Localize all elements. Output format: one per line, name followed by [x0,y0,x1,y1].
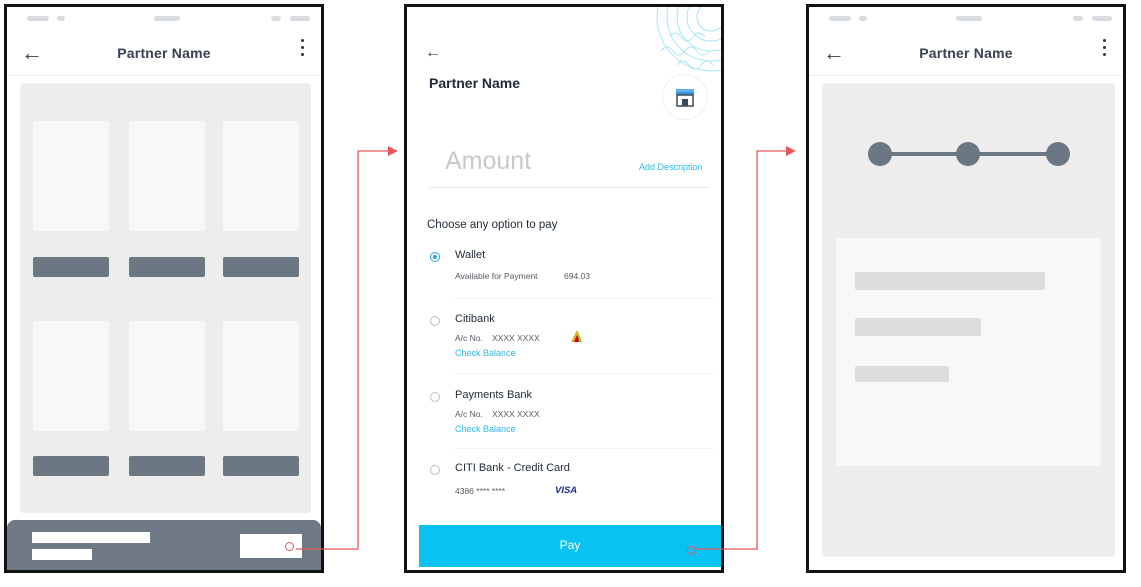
option-sublabel: A/c No. [455,333,483,343]
more-vertical-icon[interactable] [301,39,305,60]
divider [455,298,713,299]
status-bar-item [1073,16,1083,21]
app-bar: ← Partner Name [7,31,321,76]
mandala-decoration [656,7,721,72]
product-card[interactable] [223,121,299,231]
check-balance-link[interactable]: Check Balance [455,348,516,358]
product-card[interactable] [129,121,205,231]
app-bar: ← Partner Name [809,31,1123,76]
checkout-bar [7,520,321,570]
option-sublabel: A/c No. [455,409,483,419]
card-number: 4386 **** **** [455,486,506,496]
product-button[interactable] [33,456,109,476]
product-button[interactable] [223,456,299,476]
progress-step [1046,142,1070,166]
option-name: Citibank [455,313,495,325]
divider [455,373,713,374]
option-name: CITI Bank - Credit Card [455,462,570,474]
divider [455,448,713,449]
product-button[interactable] [33,257,109,277]
product-card[interactable] [33,121,109,231]
checkout-summary-line [32,532,150,543]
skeleton-line [855,272,1045,290]
product-card[interactable] [129,321,205,431]
skeleton-line [855,366,949,382]
arrow-head [388,146,398,156]
page-title: Partner Name [429,75,521,91]
status-bar-item [271,16,281,21]
status-panel [822,83,1115,557]
option-name: Wallet [455,249,486,261]
details-card [836,238,1101,466]
option-name: Payments Bank [455,389,533,401]
skeleton-line [855,318,981,336]
divider [429,187,709,188]
arrow-head [786,146,796,156]
check-balance-link[interactable]: Check Balance [455,424,516,434]
pay-button[interactable]: Pay [419,525,721,567]
radio-unselected[interactable] [430,316,440,326]
back-arrow-icon[interactable]: ← [425,39,441,67]
radio-selected[interactable] [430,252,440,262]
option-sublabel: Available for Payment [455,271,538,281]
product-grid [20,83,311,513]
visa-logo: VISA [555,485,578,496]
page-title: Partner Name [117,45,211,61]
status-bar-notch [956,16,982,21]
product-button[interactable] [129,456,205,476]
status-bar-item [290,16,310,21]
progress-step [868,142,892,166]
option-balance: 694.03 [564,271,590,281]
status-bar-item [27,16,49,21]
amount-input[interactable]: Amount [445,147,531,176]
progress-step [956,142,980,166]
radio-unselected[interactable] [430,465,440,475]
status-bar-item [57,16,65,21]
account-number: XXXX XXXX [492,409,540,419]
product-card[interactable] [223,321,299,431]
section-heading: Choose any option to pay [427,219,558,231]
account-number: XXXX XXXX [492,333,540,343]
status-bar-notch [154,16,180,21]
store-icon [663,75,707,119]
page-title: Partner Name [919,45,1013,61]
tap-indicator [687,546,696,555]
product-button[interactable] [223,257,299,277]
tap-indicator [285,542,294,551]
status-bar-item [859,16,867,21]
add-description-link[interactable]: Add Description [639,162,703,172]
more-vertical-icon[interactable] [1103,39,1107,60]
checkout-summary-line [32,549,92,560]
pay-button-label: Pay [559,538,581,552]
radio-unselected[interactable] [430,392,440,402]
product-button[interactable] [129,257,205,277]
status-bar-item [1092,16,1112,21]
screen-partner-catalog: ← Partner Name [4,4,324,573]
status-bar-item [829,16,851,21]
screen-payment: ← Partner Name Amount Add Description Ch… [404,4,724,573]
bank-logo-icon [571,330,582,342]
screen-processing: ← Partner Name [806,4,1126,573]
product-card[interactable] [33,321,109,431]
